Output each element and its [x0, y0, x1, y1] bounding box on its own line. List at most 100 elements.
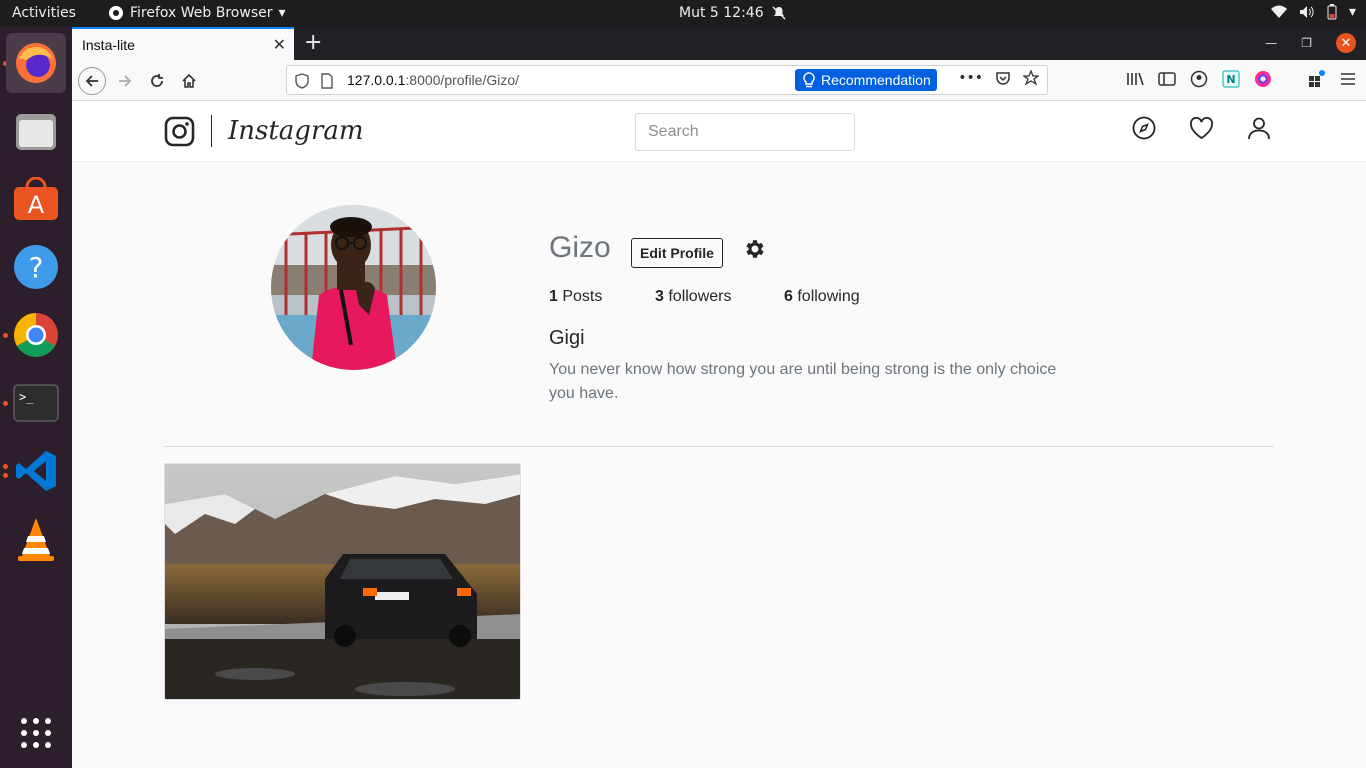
system-menu-chevron-icon: ▾: [1348, 4, 1356, 20]
url-text: 127.0.0.1:8000/profile/Gizo/: [347, 72, 519, 88]
home-button[interactable]: [175, 67, 203, 95]
profile-user-icon[interactable]: [1247, 116, 1271, 140]
forward-button[interactable]: [111, 67, 139, 95]
home-icon: [182, 73, 196, 88]
followers-stat[interactable]: 3 followers: [655, 288, 784, 306]
chrome-icon: [14, 313, 58, 357]
dock-files[interactable]: [6, 101, 66, 161]
logo-divider: [211, 115, 212, 147]
maximize-icon[interactable]: ❐: [1301, 36, 1312, 50]
dock: A ? >_: [0, 27, 72, 768]
tab-close-icon[interactable]: ✕: [273, 35, 286, 54]
dock-firefox[interactable]: [6, 33, 66, 93]
followers-count: 3: [655, 288, 664, 305]
hamburger-menu-icon[interactable]: [1340, 72, 1356, 86]
tab-bar: Insta-lite ✕ + — ❐ ✕: [72, 27, 1366, 60]
extensions-icon[interactable]: [1308, 70, 1326, 88]
following-count: 6: [784, 288, 793, 305]
site-header: Instagram: [72, 101, 1366, 162]
site-logo[interactable]: Instagram: [164, 115, 364, 147]
profile-stats: 1 Posts 3 followers 6 following: [549, 288, 860, 306]
recommendation-button[interactable]: Recommendation: [795, 69, 937, 91]
profile-avatar[interactable]: [271, 205, 436, 370]
url-path: :8000/profile/Gizo/: [405, 72, 520, 88]
dock-vlc[interactable]: [6, 509, 66, 569]
pocket-icon[interactable]: [995, 70, 1011, 86]
activities-button[interactable]: Activities: [12, 5, 76, 21]
avatar-photo: [271, 205, 436, 370]
navigation-toolbar: 127.0.0.1:8000/profile/Gizo/ Recommendat…: [72, 60, 1366, 101]
url-actions: •••: [958, 70, 1039, 86]
battery-icon: [1327, 4, 1337, 20]
system-tray[interactable]: ▾: [1270, 4, 1356, 20]
new-tab-button[interactable]: +: [304, 30, 322, 55]
window-controls: — ❐ ✕: [1265, 33, 1356, 53]
profile-bio: You never know how strong you are until …: [549, 361, 1057, 402]
app-menu[interactable]: Firefox Web Browser ▾: [108, 5, 286, 21]
page-info-icon[interactable]: [320, 73, 334, 89]
svg-text:N: N: [1226, 73, 1235, 86]
tab-insta-lite[interactable]: Insta-lite ✕: [72, 27, 294, 60]
chevron-down-icon: ▾: [278, 5, 286, 21]
dock-chrome[interactable]: [6, 305, 66, 365]
back-arrow-icon: [85, 75, 98, 87]
shield-icon[interactable]: [295, 73, 309, 89]
clock[interactable]: Mut 5 12:46: [679, 5, 786, 21]
page-actions-menu-icon[interactable]: •••: [958, 70, 983, 86]
followers-label: followers: [663, 288, 732, 305]
library-icon[interactable]: [1126, 71, 1144, 87]
lightbulb-icon: [803, 72, 815, 88]
minimize-icon[interactable]: —: [1265, 36, 1277, 50]
posts-stat[interactable]: 1 Posts: [549, 288, 655, 306]
toolbar-right: N: [1126, 70, 1356, 88]
following-stat[interactable]: 6 following: [784, 288, 860, 306]
heart-icon[interactable]: [1189, 116, 1214, 140]
instagram-camera-icon: [164, 116, 195, 146]
account-icon[interactable]: [1190, 70, 1208, 88]
explore-compass-icon[interactable]: [1132, 116, 1156, 140]
back-button[interactable]: [78, 67, 106, 95]
edit-profile-button[interactable]: Edit Profile: [631, 238, 723, 268]
following-label: following: [792, 288, 860, 305]
svg-text:>_: >_: [19, 390, 34, 404]
posts-label: Posts: [557, 288, 603, 305]
clock-label: Mut 5 12:46: [679, 5, 764, 21]
color-extension-icon[interactable]: [1254, 70, 1272, 88]
dock-software[interactable]: A: [6, 169, 66, 229]
profile-username: Gizo: [549, 231, 611, 264]
app-menu-label: Firefox Web Browser: [130, 5, 273, 21]
gear-icon[interactable]: [743, 237, 767, 261]
extension-n-icon[interactable]: N: [1222, 70, 1240, 88]
firefox-icon: [109, 6, 123, 20]
reload-button[interactable]: [143, 67, 171, 95]
post-thumbnail[interactable]: [164, 463, 521, 700]
notifications-off-icon: [772, 6, 786, 20]
dock-help[interactable]: ?: [6, 237, 66, 297]
show-applications-button[interactable]: [6, 703, 66, 763]
close-window-icon[interactable]: ✕: [1336, 33, 1356, 53]
bookmark-star-icon[interactable]: [1023, 70, 1039, 86]
software-store-icon: A: [14, 177, 58, 220]
svg-text:A: A: [28, 191, 45, 219]
sidebar-icon[interactable]: [1158, 71, 1176, 87]
reload-icon: [151, 74, 163, 87]
site-nav: [1132, 116, 1271, 140]
dock-terminal[interactable]: >_: [6, 373, 66, 433]
section-divider: [164, 446, 1274, 447]
vlc-icon: [18, 518, 54, 561]
post-photo: [165, 464, 520, 699]
url-bar[interactable]: 127.0.0.1:8000/profile/Gizo/ Recommendat…: [286, 65, 1048, 95]
search-input[interactable]: [635, 113, 855, 151]
app-grid-icon: [21, 718, 51, 748]
volume-icon: [1299, 6, 1314, 18]
system-top-bar: Activities Firefox Web Browser ▾ Mut 5 1…: [0, 0, 1366, 27]
dock-vscode[interactable]: [6, 441, 66, 501]
help-icon: ?: [14, 245, 58, 289]
page-content: Instagram Gizo E: [72, 101, 1366, 768]
profile-full-name: Gigi: [549, 327, 585, 349]
terminal-icon: >_: [13, 384, 59, 422]
recommendation-label: Recommendation: [821, 72, 931, 88]
folder-icon: [16, 114, 56, 150]
wifi-icon: [1270, 5, 1287, 18]
vscode-icon: [16, 451, 56, 491]
